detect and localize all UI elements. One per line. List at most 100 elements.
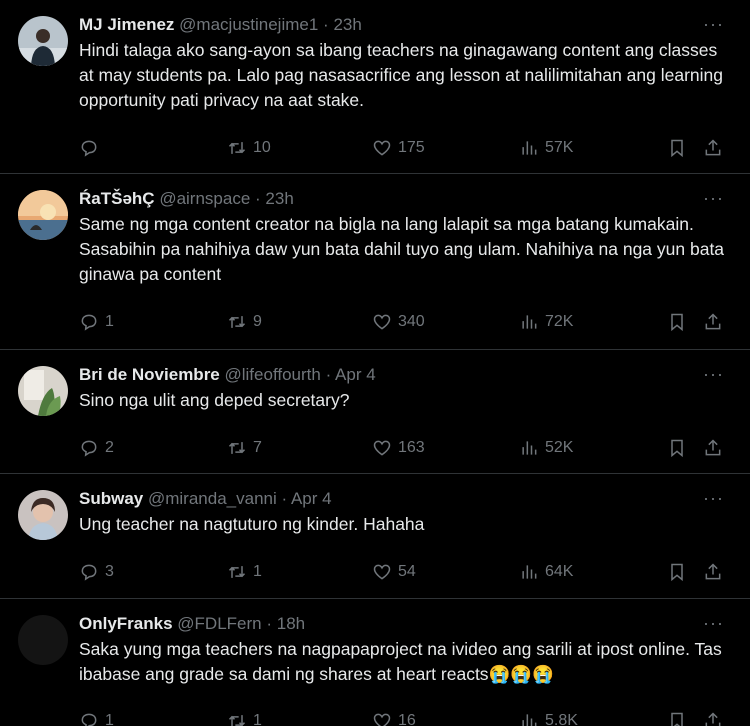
- timestamp[interactable]: Apr 4: [291, 489, 332, 508]
- tweet-actions: 2 7 163 52K: [79, 436, 728, 460]
- reply-button[interactable]: 2: [79, 436, 114, 460]
- more-options-icon[interactable]: ···: [703, 188, 724, 209]
- share-icon: [705, 712, 721, 726]
- avatar[interactable]: [18, 615, 68, 665]
- reply-button[interactable]: 3: [79, 560, 114, 584]
- author-name[interactable]: Subway: [79, 489, 143, 508]
- author-handle[interactable]: @lifeoffourth: [225, 365, 321, 384]
- like-count: 54: [398, 563, 416, 580]
- share-button[interactable]: [703, 136, 729, 160]
- tweet-header: Bri de Noviembre @lifeoffourth · Apr 4: [79, 364, 734, 386]
- reply-count: 1: [105, 712, 114, 726]
- tweet-actions: 3 1 54 64K: [79, 560, 728, 584]
- like-count: 175: [398, 139, 425, 156]
- share-icon: [705, 313, 721, 330]
- retweet-icon: [228, 566, 246, 578]
- reply-count: 3: [105, 563, 114, 580]
- reply-icon: [81, 564, 97, 581]
- retweet-button[interactable]: 10: [227, 136, 271, 160]
- timestamp[interactable]: Apr 4: [335, 365, 376, 384]
- share-icon: [705, 563, 721, 580]
- tweet-header: MJ Jimenez @macjustinejime1 · 23h: [79, 14, 734, 36]
- tweet-actions: 10 175 57K: [79, 136, 728, 160]
- share-icon: [705, 139, 721, 156]
- tweet-text: Saka yung mga teachers na nagpapaproject…: [79, 639, 722, 684]
- more-options-icon[interactable]: ···: [703, 613, 724, 634]
- tweet[interactable]: OnlyFranks @FDLFern · 18h ··· Saka yung …: [0, 599, 750, 726]
- timestamp[interactable]: 23h: [333, 15, 361, 34]
- views-button[interactable]: 72K: [519, 310, 573, 334]
- reply-button[interactable]: 1: [79, 310, 114, 334]
- tweet[interactable]: ŔaTŠəhÇ @airnspace · 23h ··· Same ng mga…: [0, 174, 750, 350]
- bookmark-button[interactable]: [667, 560, 693, 584]
- tweet[interactable]: MJ Jimenez @macjustinejime1 · 23h ··· Hi…: [0, 0, 750, 174]
- bookmark-button[interactable]: [667, 436, 693, 460]
- author-name[interactable]: ŔaTŠəhÇ: [79, 189, 155, 208]
- more-options-icon[interactable]: ···: [703, 14, 724, 35]
- views-button[interactable]: 57K: [519, 136, 573, 160]
- retweet-icon: [228, 142, 246, 154]
- analytics-icon: [522, 441, 537, 455]
- share-button[interactable]: [703, 560, 729, 584]
- reply-button[interactable]: [79, 136, 105, 160]
- like-button[interactable]: 16: [372, 709, 416, 726]
- author-name[interactable]: Bri de Noviembre: [79, 365, 220, 384]
- tweet-text: Hindi talaga ako sang-ayon sa ibang teac…: [79, 40, 724, 110]
- avatar[interactable]: [18, 366, 68, 416]
- reply-icon: [81, 314, 97, 331]
- author-handle[interactable]: @FDLFern: [177, 614, 261, 633]
- retweet-count: 9: [253, 313, 262, 330]
- views-button[interactable]: 64K: [519, 560, 573, 584]
- retweet-button[interactable]: 7: [227, 436, 262, 460]
- view-count: 57K: [545, 139, 574, 156]
- view-count: 52K: [545, 439, 574, 456]
- heart-icon: [373, 440, 391, 456]
- avatar[interactable]: [18, 490, 68, 540]
- like-count: 16: [398, 712, 416, 726]
- tweet-header: OnlyFranks @FDLFern · 18h: [79, 613, 734, 635]
- share-button[interactable]: [703, 436, 729, 460]
- timestamp[interactable]: 23h: [265, 189, 293, 208]
- bookmark-button[interactable]: [667, 709, 693, 726]
- like-button[interactable]: 340: [372, 310, 425, 334]
- heart-icon: [373, 564, 391, 580]
- views-button[interactable]: 5.8K: [519, 709, 578, 726]
- retweet-button[interactable]: 1: [227, 560, 262, 584]
- author-handle[interactable]: @miranda_vanni: [148, 489, 277, 508]
- bookmark-button[interactable]: [667, 310, 693, 334]
- reply-button[interactable]: 1: [79, 709, 114, 726]
- retweet-icon: [228, 316, 246, 328]
- bookmark-icon: [671, 313, 683, 332]
- avatar[interactable]: [18, 16, 68, 66]
- like-button[interactable]: 163: [372, 436, 425, 460]
- separator: ·: [255, 189, 261, 208]
- retweet-count: 7: [253, 439, 262, 456]
- author-name[interactable]: OnlyFranks: [79, 614, 173, 633]
- more-options-icon[interactable]: ···: [703, 364, 724, 385]
- share-button[interactable]: [703, 709, 729, 726]
- author-handle[interactable]: @airnspace: [159, 189, 250, 208]
- avatar[interactable]: [18, 190, 68, 240]
- author-name[interactable]: MJ Jimenez: [79, 15, 174, 34]
- reply-count: 1: [105, 313, 114, 330]
- tweet[interactable]: Subway @miranda_vanni · Apr 4 ··· Ung te…: [0, 474, 750, 599]
- tweet[interactable]: Bri de Noviembre @lifeoffourth · Apr 4 ·…: [0, 350, 750, 474]
- retweet-count: 10: [253, 139, 271, 156]
- like-button[interactable]: 175: [372, 136, 425, 160]
- timestamp[interactable]: 18h: [277, 614, 305, 633]
- like-count: 340: [398, 313, 425, 330]
- share-button[interactable]: [703, 310, 729, 334]
- tweet-actions: 1 9 340 72K: [79, 310, 728, 334]
- view-count: 72K: [545, 313, 574, 330]
- reply-icon: [81, 440, 97, 457]
- more-options-icon[interactable]: ···: [703, 488, 724, 509]
- author-handle[interactable]: @macjustinejime1: [179, 15, 318, 34]
- retweet-button[interactable]: 9: [227, 310, 262, 334]
- view-count: 5.8K: [545, 712, 578, 726]
- analytics-icon: [522, 141, 537, 155]
- retweet-button[interactable]: 1: [227, 709, 262, 726]
- views-button[interactable]: 52K: [519, 436, 573, 460]
- bookmark-button[interactable]: [667, 136, 693, 160]
- like-button[interactable]: 54: [372, 560, 416, 584]
- retweet-count: 1: [253, 712, 262, 726]
